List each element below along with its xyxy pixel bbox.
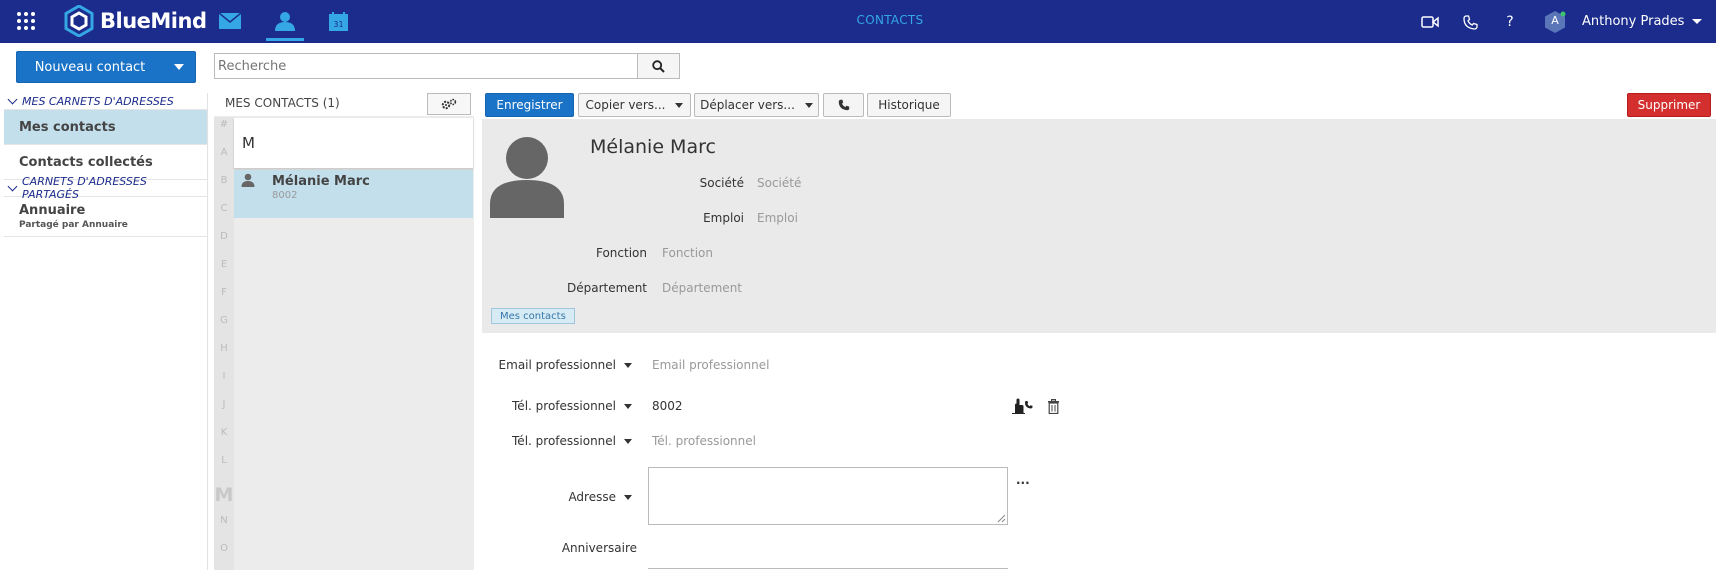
delete-button[interactable]: Supprimer — [1627, 93, 1711, 117]
calendar-app-icon[interactable]: 31 — [322, 8, 354, 34]
job-field[interactable]: Emploi — [757, 211, 798, 225]
contact-list-title: MES CONTACTS (1) — [225, 96, 340, 110]
my-address-books-header[interactable]: MES CARNETS D'ADRESSES — [4, 93, 207, 110]
address-type-select[interactable]: Adresse — [480, 490, 632, 504]
alpha-index-letter[interactable]: I — [214, 371, 234, 382]
brand-name: BlueMind — [100, 9, 207, 33]
alpha-index-letter[interactable]: L — [214, 455, 234, 466]
address-books-sidebar: MES CARNETS D'ADRESSES Mes contacts Cont… — [4, 93, 208, 570]
birthday-label: Anniversaire — [561, 541, 637, 555]
alpha-index-letter[interactable]: H — [214, 343, 234, 354]
contacts-app-icon[interactable] — [269, 8, 301, 34]
mail-app-icon[interactable] — [214, 8, 246, 34]
letter-group-header: M — [234, 118, 473, 169]
alpha-index-current-letter[interactable]: M — [214, 484, 234, 506]
alpha-index-letter[interactable]: G — [214, 315, 234, 326]
address-book-tag: Mes contacts — [491, 308, 575, 324]
video-call-icon[interactable] — [1419, 11, 1441, 33]
user-name[interactable]: Anthony Prades — [1582, 14, 1684, 29]
alpha-index-letter[interactable]: O — [214, 543, 234, 554]
alpha-index-letter[interactable]: E — [214, 259, 234, 270]
sidebar-item-my-contacts[interactable]: Mes contacts — [4, 110, 207, 145]
chevron-down-icon — [7, 181, 18, 192]
alpha-index-letter[interactable]: D — [214, 231, 234, 242]
address-more-button[interactable]: ... — [1016, 473, 1030, 487]
department-field[interactable]: Département — [662, 281, 742, 295]
phone-type-select[interactable]: Tél. professionnel — [480, 399, 632, 413]
contact-number: 8002 — [272, 190, 298, 201]
alpha-index-letter[interactable]: F — [214, 287, 234, 298]
chevron-down-icon — [804, 102, 813, 108]
save-button[interactable]: Enregistrer — [485, 93, 574, 117]
alpha-index-letter[interactable]: B — [214, 175, 234, 186]
avatar[interactable]: A — [1544, 10, 1566, 34]
user-menu-caret-icon[interactable] — [1692, 19, 1702, 24]
alpha-index-letter[interactable]: A — [214, 147, 234, 158]
phone-type-select-2[interactable]: Tél. professionnel — [480, 434, 632, 448]
chevron-down-icon — [624, 438, 632, 444]
app-launcher-icon[interactable] — [17, 12, 35, 30]
search-button[interactable] — [637, 53, 680, 79]
call-button[interactable] — [823, 93, 864, 117]
contact-name: Mélanie Marc — [272, 174, 370, 189]
email-type-select[interactable]: Email professionnel — [480, 358, 632, 372]
new-contact-label: Nouveau contact — [34, 59, 146, 75]
svg-text:31: 31 — [333, 20, 343, 29]
email-field[interactable]: Email professionnel — [652, 358, 769, 372]
new-contact-button[interactable]: Nouveau contact — [16, 51, 196, 83]
company-label: Société — [699, 176, 744, 190]
search-input[interactable] — [214, 53, 638, 79]
section-title: CONTACTS — [856, 13, 924, 27]
avatar-initial: A — [1551, 14, 1559, 27]
department-label: Département — [567, 281, 647, 295]
shared-address-books-header[interactable]: CARNETS D'ADRESSES PARTAGÉS — [4, 175, 207, 201]
sidebar-item-directory-sub: Partagé par Annuaire — [19, 220, 128, 230]
bluemind-logo[interactable]: BlueMind — [64, 5, 207, 37]
alpha-index-letter[interactable]: K — [214, 427, 234, 438]
bluemind-hex-icon — [64, 5, 94, 37]
copy-to-button[interactable]: Copier vers... — [578, 93, 691, 117]
alpha-index-letter[interactable]: N — [214, 515, 234, 526]
letter-group-label: M — [242, 134, 255, 152]
phone-field[interactable]: 8002 — [652, 399, 683, 413]
job-label: Emploi — [703, 211, 744, 225]
list-settings-button[interactable] — [427, 93, 471, 115]
new-contact-dropdown-icon[interactable] — [163, 64, 195, 70]
chevron-down-icon — [624, 494, 632, 500]
alpha-index-letter[interactable]: # — [214, 119, 234, 130]
active-app-indicator — [266, 38, 304, 41]
address-textarea[interactable] — [648, 467, 1008, 525]
chevron-down-icon — [675, 102, 684, 108]
contact-display-name[interactable]: Mélanie Marc — [590, 136, 716, 158]
top-bar: BlueMind 31 CONTACTS ? A Anthony Prades — [0, 0, 1716, 43]
function-field[interactable]: Fonction — [662, 246, 713, 260]
company-field[interactable]: Société — [757, 176, 801, 190]
contact-list-item[interactable]: Mélanie Marc 8002 — [234, 170, 473, 218]
chevron-down-icon — [624, 362, 632, 368]
function-label: Fonction — [595, 246, 647, 260]
chevron-down-icon — [624, 403, 632, 409]
move-to-button[interactable]: Déplacer vers... — [694, 93, 819, 117]
person-placeholder-icon — [490, 137, 564, 218]
phone-field-2[interactable]: Tél. professionnel — [652, 434, 756, 448]
alphabet-index: # A B C D E F G H I J K L M N O — [214, 117, 234, 570]
resize-handle-icon[interactable] — [997, 514, 1006, 523]
person-icon — [241, 173, 255, 187]
help-icon[interactable]: ? — [1499, 11, 1521, 33]
alpha-index-letter[interactable]: J — [214, 399, 234, 410]
history-button[interactable]: Historique — [867, 93, 951, 117]
delete-phone-icon[interactable] — [1047, 399, 1060, 417]
click-to-call-icon[interactable] — [1011, 398, 1035, 417]
search-icon — [652, 59, 665, 73]
phone-icon[interactable] — [1459, 11, 1481, 33]
phone-icon — [838, 99, 849, 111]
alpha-index-letter[interactable]: C — [214, 203, 234, 214]
sidebar-item-directory[interactable]: Annuaire Partagé par Annuaire — [4, 197, 207, 237]
gears-icon — [441, 98, 457, 110]
contact-photo[interactable] — [490, 136, 564, 221]
chevron-down-icon — [7, 94, 18, 105]
